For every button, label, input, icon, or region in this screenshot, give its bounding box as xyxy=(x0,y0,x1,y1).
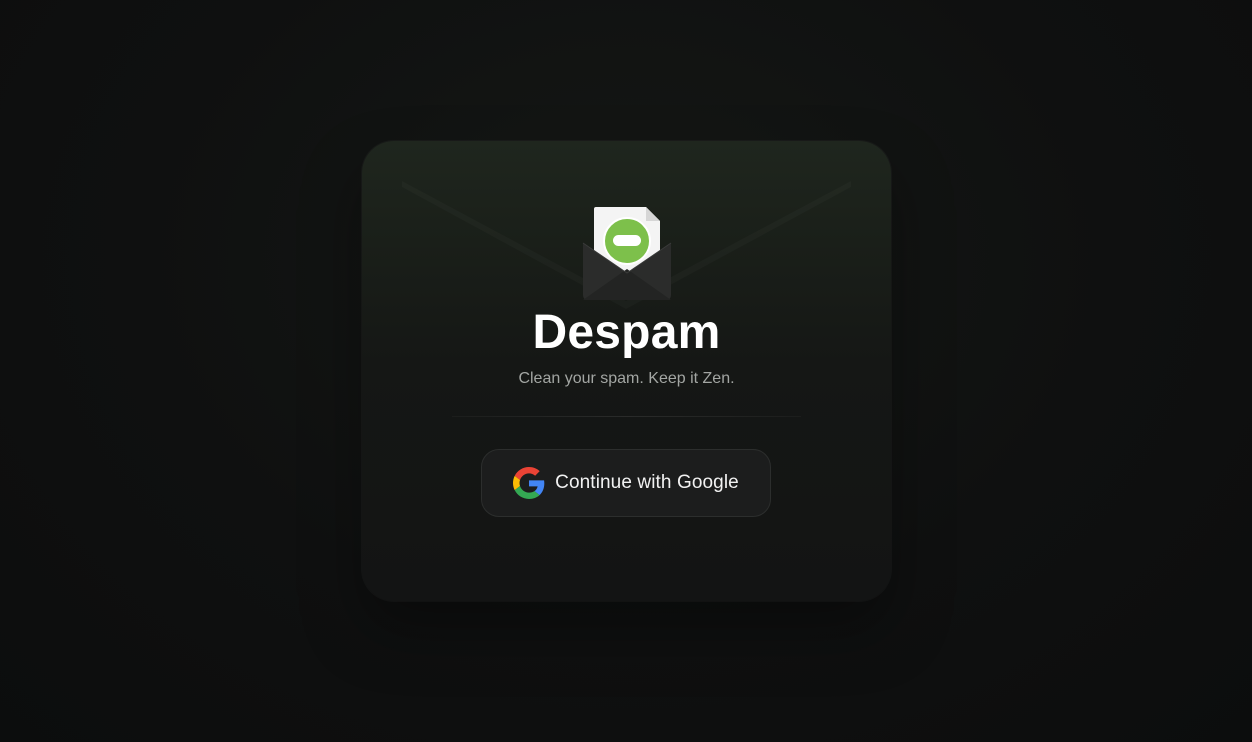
google-g-icon xyxy=(513,467,545,499)
divider xyxy=(452,416,801,417)
continue-with-google-button[interactable]: Continue with Google xyxy=(481,449,771,517)
login-page: Despam Clean your spam. Keep it Zen. Con… xyxy=(0,0,1252,742)
login-card: Despam Clean your spam. Keep it Zen. Con… xyxy=(362,141,891,601)
app-tagline: Clean your spam. Keep it Zen. xyxy=(518,370,735,387)
app-title: Despam xyxy=(532,306,721,359)
envelope-blocked-icon xyxy=(582,207,672,300)
google-button-label: Continue with Google xyxy=(555,472,739,493)
